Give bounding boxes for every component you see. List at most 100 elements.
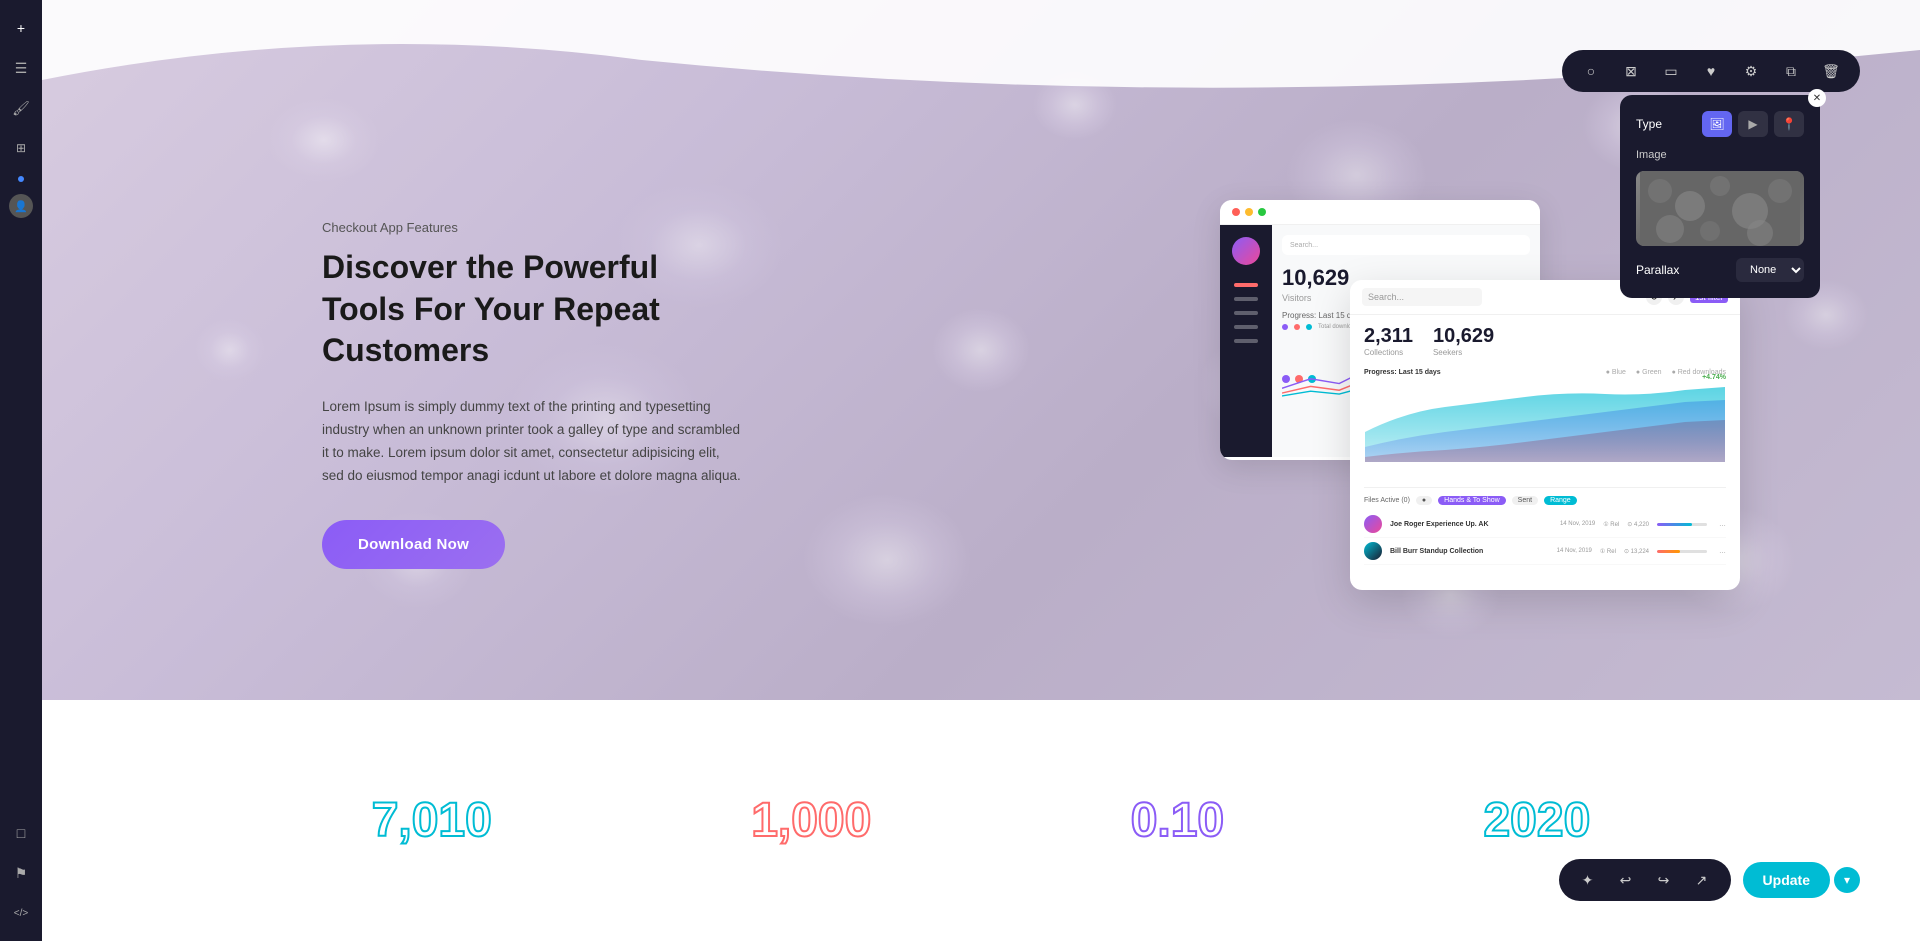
toolbar-gear-btn[interactable]: ⚙	[1738, 58, 1764, 84]
bottom-undo-btn[interactable]: ↩	[1613, 867, 1639, 893]
file-info-1: Joe Roger Experience Up. AK	[1390, 521, 1552, 528]
legend-dot-teal	[1306, 324, 1312, 330]
counter-item-4: 2020	[1483, 793, 1590, 848]
sidebar-indicator-dot	[18, 176, 24, 182]
toolbar-copy-btn[interactable]: ⧉	[1778, 58, 1804, 84]
file-row-2: Bill Burr Standup Collection 14 Nov, 201…	[1364, 538, 1726, 565]
file-avatar-2	[1364, 542, 1382, 560]
dashboard-search-bar: Search...	[1282, 235, 1530, 255]
file-date-2: 14 Nov, 2019	[1557, 548, 1592, 555]
preview-bg-svg	[1636, 171, 1804, 246]
hero-title: Discover the Powerful Tools For Your Rep…	[322, 247, 742, 372]
sidebar-user-avatar[interactable]: 👤	[9, 194, 33, 218]
file-progress-1	[1657, 523, 1707, 526]
files-area: Files Active (0) ● Hands & To Show Sent …	[1364, 487, 1726, 565]
sidebar-icon-layers[interactable]: ⊞	[5, 132, 37, 164]
sidebar-icon-flag[interactable]: ⚑	[5, 857, 37, 889]
toolbar-rect-btn[interactable]: ▭	[1658, 58, 1684, 84]
chart-title-label: Progress: Last 15 days	[1364, 369, 1441, 376]
counter-item-2: 1,000	[751, 793, 871, 848]
file-row-1: Joe Roger Experience Up. AK 14 Nov, 2019…	[1364, 511, 1726, 538]
bottom-export-btn[interactable]: ↗	[1689, 867, 1715, 893]
counter-num-1: 7,010	[372, 793, 492, 848]
parallax-select[interactable]: None Scroll Fixed	[1736, 258, 1804, 282]
toolbar-trash-btn[interactable]: 🗑	[1818, 58, 1844, 84]
legend-label-1: ● Blue	[1606, 369, 1626, 376]
window-dot-yellow	[1245, 208, 1253, 216]
type-panel-label: Type	[1636, 117, 1662, 131]
file-icon-1: …	[1719, 521, 1726, 528]
nav-dot-1	[1234, 297, 1258, 301]
bottom-section: 7,010 1,000 0.10 2020	[42, 700, 1920, 941]
dashboard-titlebar-1	[1220, 200, 1540, 225]
legend-dot-purple	[1282, 324, 1288, 330]
bottom-tool-group: ✦ ↩ ↪ ↗	[1559, 859, 1731, 901]
files-active-label: Files Active (0)	[1364, 497, 1410, 504]
filter-tag-sent[interactable]: Sent	[1512, 496, 1538, 505]
counter-item-1: 7,010	[372, 793, 492, 848]
dashboard-search-2: Search...	[1362, 288, 1482, 306]
hero-description: Lorem Ipsum is simply dummy text of the …	[322, 396, 742, 488]
nav-dot-2	[1234, 311, 1258, 315]
nav-dot-4	[1234, 339, 1258, 343]
stat-lbl-2: Seekers	[1433, 348, 1494, 357]
chart-container: +4.74%	[1364, 382, 1726, 467]
toolbar-crop-btn[interactable]: ⊠	[1618, 58, 1644, 84]
sidebar-icon-paint[interactable]: 🖌	[5, 92, 37, 124]
stat-block-1: 2,311 Collections	[1364, 325, 1413, 357]
chart-legend-row: Progress: Last 15 days ● Blue ● Green ● …	[1364, 369, 1726, 376]
image-preview	[1636, 171, 1804, 246]
sidebar-icon-plus[interactable]: +	[5, 12, 37, 44]
dashboard-card-2: Search... ↻ ↗ 1st filter 2,311 Collectio…	[1350, 280, 1740, 590]
filter-tag-purple[interactable]: Hands & To Show	[1438, 496, 1506, 505]
files-filter-row: Files Active (0) ● Hands & To Show Sent …	[1364, 496, 1726, 505]
file-size-1: ① Rel	[1603, 521, 1619, 528]
toolbar-heart-btn[interactable]: ♥	[1698, 58, 1724, 84]
file-size-2: ① Rel	[1600, 548, 1616, 555]
image-label: Image	[1636, 149, 1667, 161]
parallax-label: Parallax	[1636, 263, 1679, 277]
stat-num-1: 2,311	[1364, 325, 1413, 348]
download-now-button[interactable]: Download Now	[322, 520, 505, 569]
hero-text-block: Checkout App Features Discover the Power…	[322, 220, 742, 569]
bottom-redo-btn[interactable]: ↪	[1651, 867, 1677, 893]
stat-block-2: 10,629 Seekers	[1433, 325, 1494, 357]
top-toolbar: ○ ⊠ ▭ ♥ ⚙ ⧉ 🗑	[1562, 50, 1860, 92]
type-panel-close-btn[interactable]: ✕	[1808, 89, 1826, 107]
bottom-wand-btn[interactable]: ✦	[1575, 867, 1601, 893]
sidebar-icon-code[interactable]: </>	[5, 897, 37, 929]
counter-num-4: 2020	[1483, 793, 1590, 848]
file-progress-2	[1657, 550, 1707, 553]
toolbar-circle-btn[interactable]: ○	[1578, 58, 1604, 84]
filter-tag-active[interactable]: ●	[1416, 496, 1432, 505]
dashboard-card-2-body: 2,311 Collections 10,629 Seekers Progres…	[1350, 315, 1740, 575]
file-progress-fill-2	[1657, 550, 1680, 553]
left-sidebar: + ☰ 🖌 ⊞ 👤 □ ⚑ </>	[0, 0, 42, 941]
window-dot-red	[1232, 208, 1240, 216]
window-dot-green	[1258, 208, 1266, 216]
nav-dot-3	[1234, 325, 1258, 329]
dashboard-avatar	[1232, 237, 1260, 265]
file-avatar-1	[1364, 515, 1382, 533]
nav-dot-active	[1234, 283, 1258, 287]
update-button[interactable]: Update	[1743, 862, 1830, 898]
counter-num-3: 0.10	[1131, 793, 1224, 848]
update-dropdown-btn[interactable]: ▾	[1834, 867, 1860, 893]
stat-num-2: 10,629	[1433, 325, 1494, 348]
file-meta-1: 14 Nov, 2019 ① Rel ⊙ 4,220	[1560, 521, 1649, 528]
file-meta-2: 14 Nov, 2019 ① Rel ⊙ 13,224	[1557, 548, 1649, 555]
file-progress-fill-1	[1657, 523, 1692, 526]
type-buttons-group: 🖼 ▶ 📍	[1702, 111, 1804, 137]
sidebar-icon-menu[interactable]: ☰	[5, 52, 37, 84]
type-btn-location[interactable]: 📍	[1774, 111, 1804, 137]
filter-tag-range[interactable]: Range	[1544, 496, 1577, 505]
sidebar-icon-square[interactable]: □	[5, 817, 37, 849]
dashboard-area-chart: Progress: Last 15 days ● Blue ● Green ● …	[1364, 369, 1726, 479]
file-name-1: Joe Roger Experience Up. AK	[1390, 521, 1552, 528]
type-panel: ✕ Type 🖼 ▶ 📍 Image Parallax None Scro	[1620, 95, 1820, 298]
type-btn-video[interactable]: ▶	[1738, 111, 1768, 137]
counter-item-3: 0.10	[1131, 793, 1224, 848]
legend-label-2: ● Green	[1636, 369, 1662, 376]
area-chart-svg	[1364, 382, 1726, 462]
type-btn-image[interactable]: 🖼	[1702, 111, 1732, 137]
